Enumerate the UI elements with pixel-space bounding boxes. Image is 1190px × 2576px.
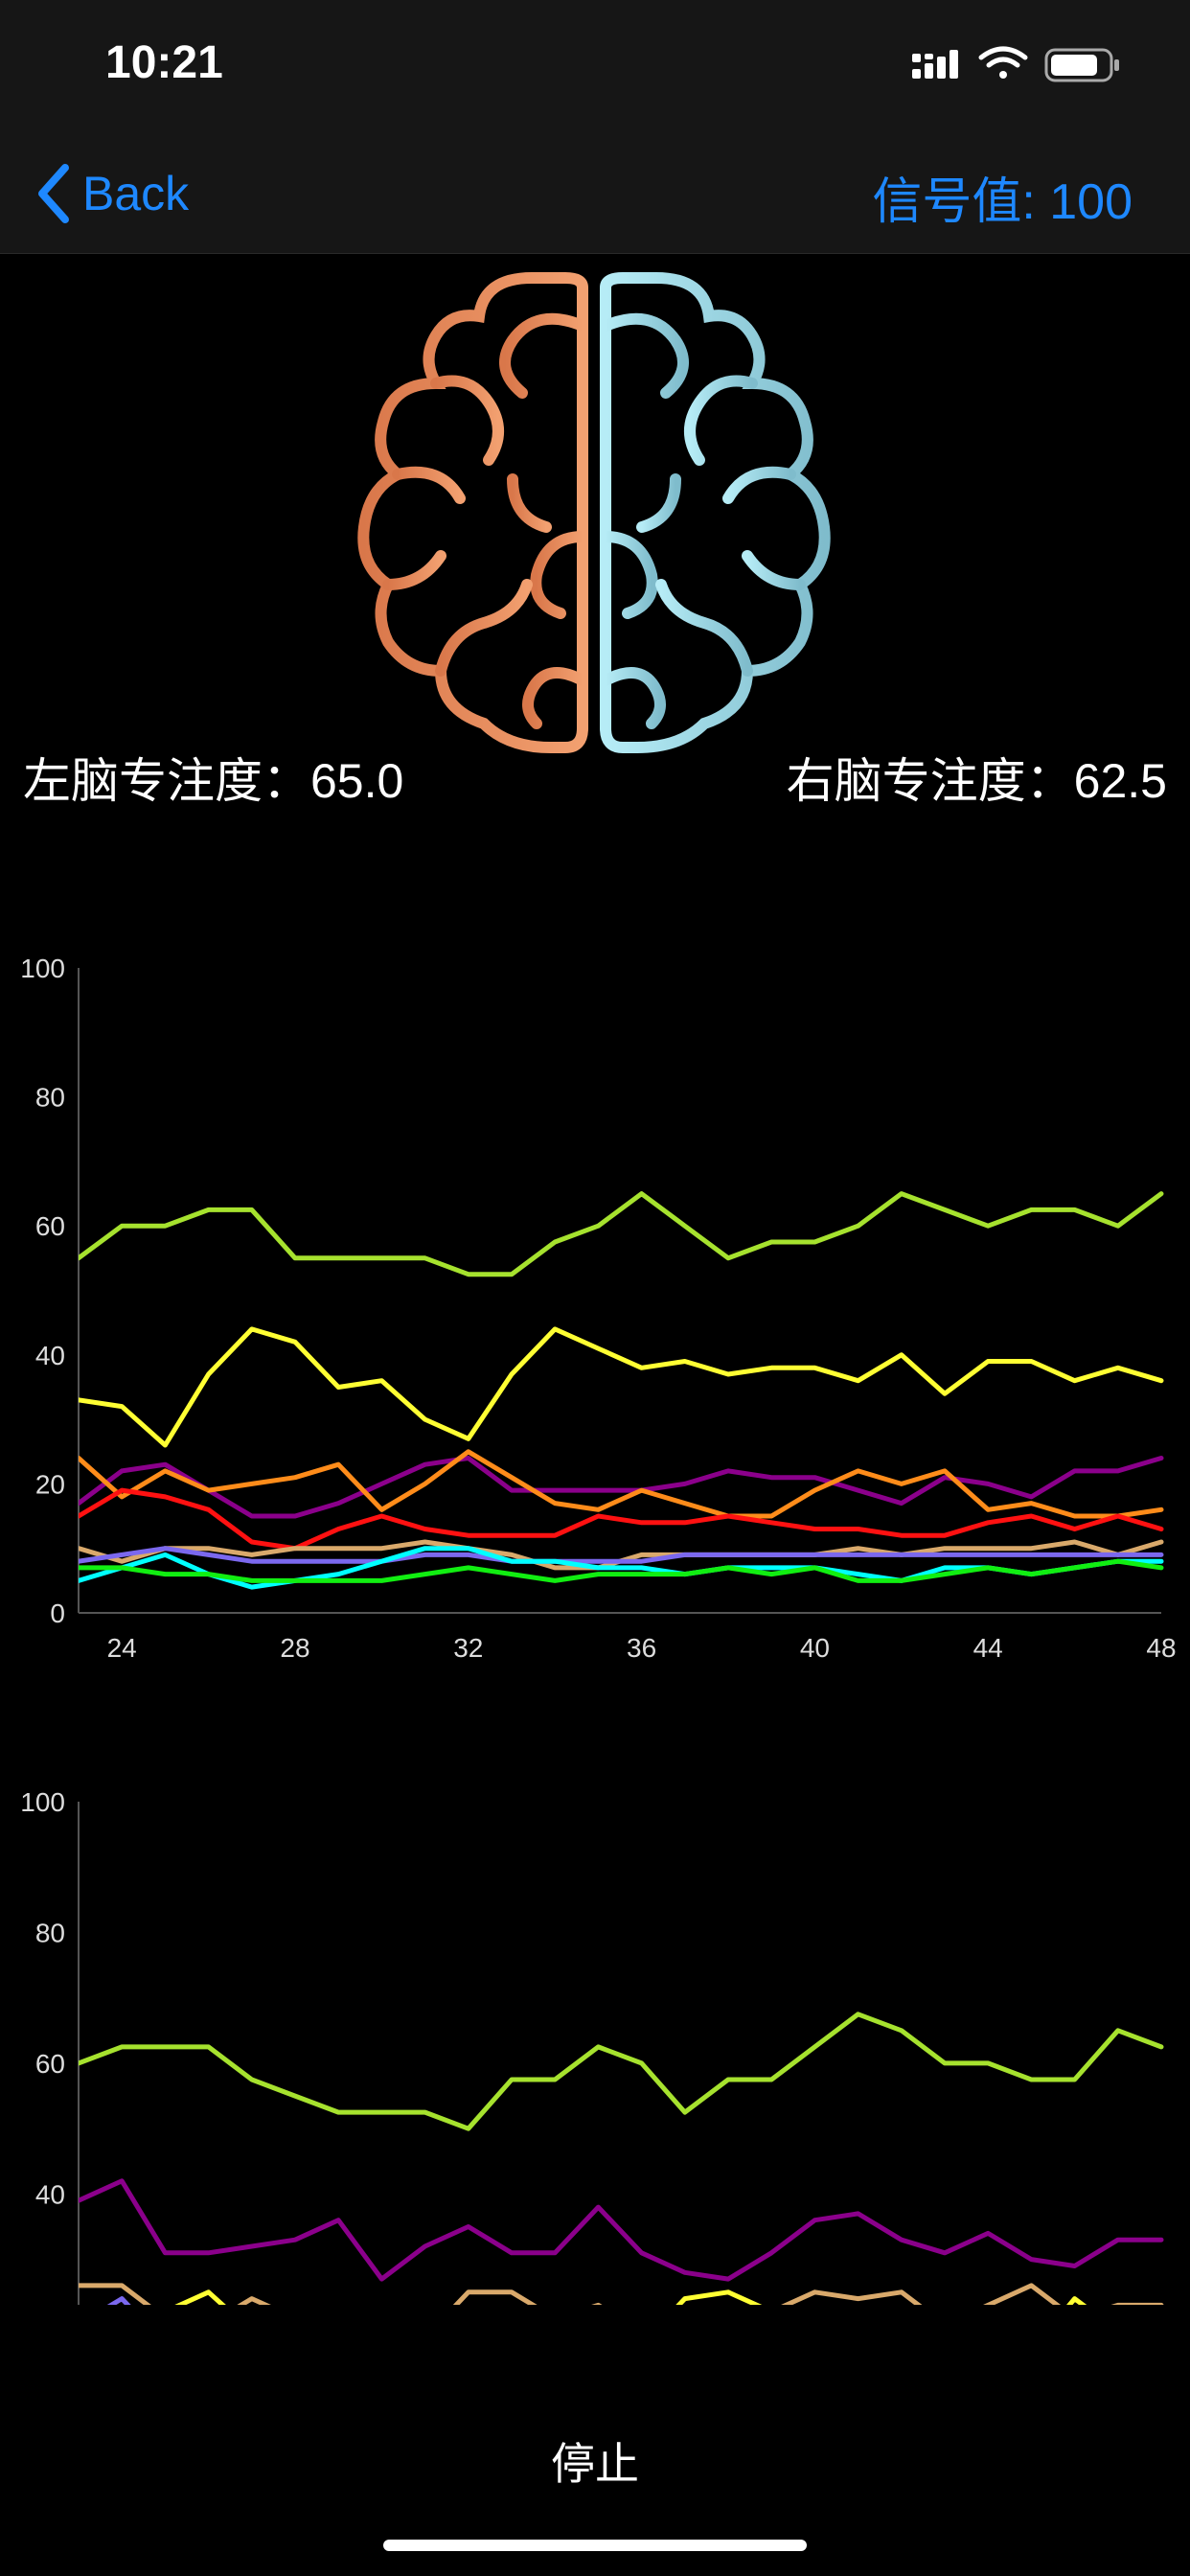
signal-value: 信号值: 100 [872,174,1133,230]
series-line-1 [79,1191,1164,1277]
series-line-9 [79,1558,1164,1583]
x-tick-label: 48 [1146,1633,1176,1663]
back-button-label: Back [82,167,190,220]
battery-icon [1044,48,1119,82]
eeg-chart-1: 0 20 40 60 80 100 24 28 32 36 40 44 48 [20,954,1176,1663]
x-tick-label: 36 [627,1633,656,1663]
x-tick-label: 44 [973,1633,1003,1663]
y-tick-label: 100 [20,1787,65,1817]
left-brain-focus: 左脑专注度：65.0 [23,754,404,808]
right-brain-focus: 右脑专注度：62.5 [786,754,1167,808]
left-hemisphere [357,272,588,753]
right-hemisphere [600,272,831,753]
status-icons [912,46,1119,82]
status-bar: 10:21 [0,0,1190,134]
y-tick-label: 100 [20,954,65,983]
y-tick-label: 80 [35,1918,65,1947]
series-line-2 [79,2178,1164,2282]
y-tick-label: 0 [50,1598,65,1628]
y-tick-label: 40 [35,1341,65,1370]
brain-icon [357,272,831,753]
x-tick-label: 24 [107,1633,137,1663]
x-tick-label: 28 [280,1633,309,1663]
y-tick-label: 20 [35,1469,65,1499]
status-time: 10:21 [105,37,223,88]
cellular-signal-icon [912,50,958,79]
nav-bar: Back 信号值: 100 [0,134,1190,254]
eeg-chart-2: 20 40 60 80 100 [20,1787,1164,2314]
y-tick-label: 40 [35,2179,65,2209]
back-button[interactable]: Back [34,155,189,232]
y-tick-label: 60 [35,2049,65,2079]
y-tick-label: 60 [35,1211,65,1241]
series-line-6 [79,2312,1161,2314]
series-line-2 [79,1326,1164,1448]
series-line-1 [79,2012,1164,2131]
wifi-icon [978,46,1028,79]
home-indicator [383,2540,807,2551]
stop-button[interactable]: 停止 [0,2429,1190,2493]
y-tick-label: 80 [35,1083,65,1113]
y-tick-label: 20 [35,2311,65,2314]
series-line-3 [79,2283,1164,2305]
x-tick-label: 40 [800,1633,830,1663]
chevron-left-icon [38,164,69,223]
x-tick-label: 32 [453,1633,483,1663]
series-line-4 [79,1449,1164,1519]
